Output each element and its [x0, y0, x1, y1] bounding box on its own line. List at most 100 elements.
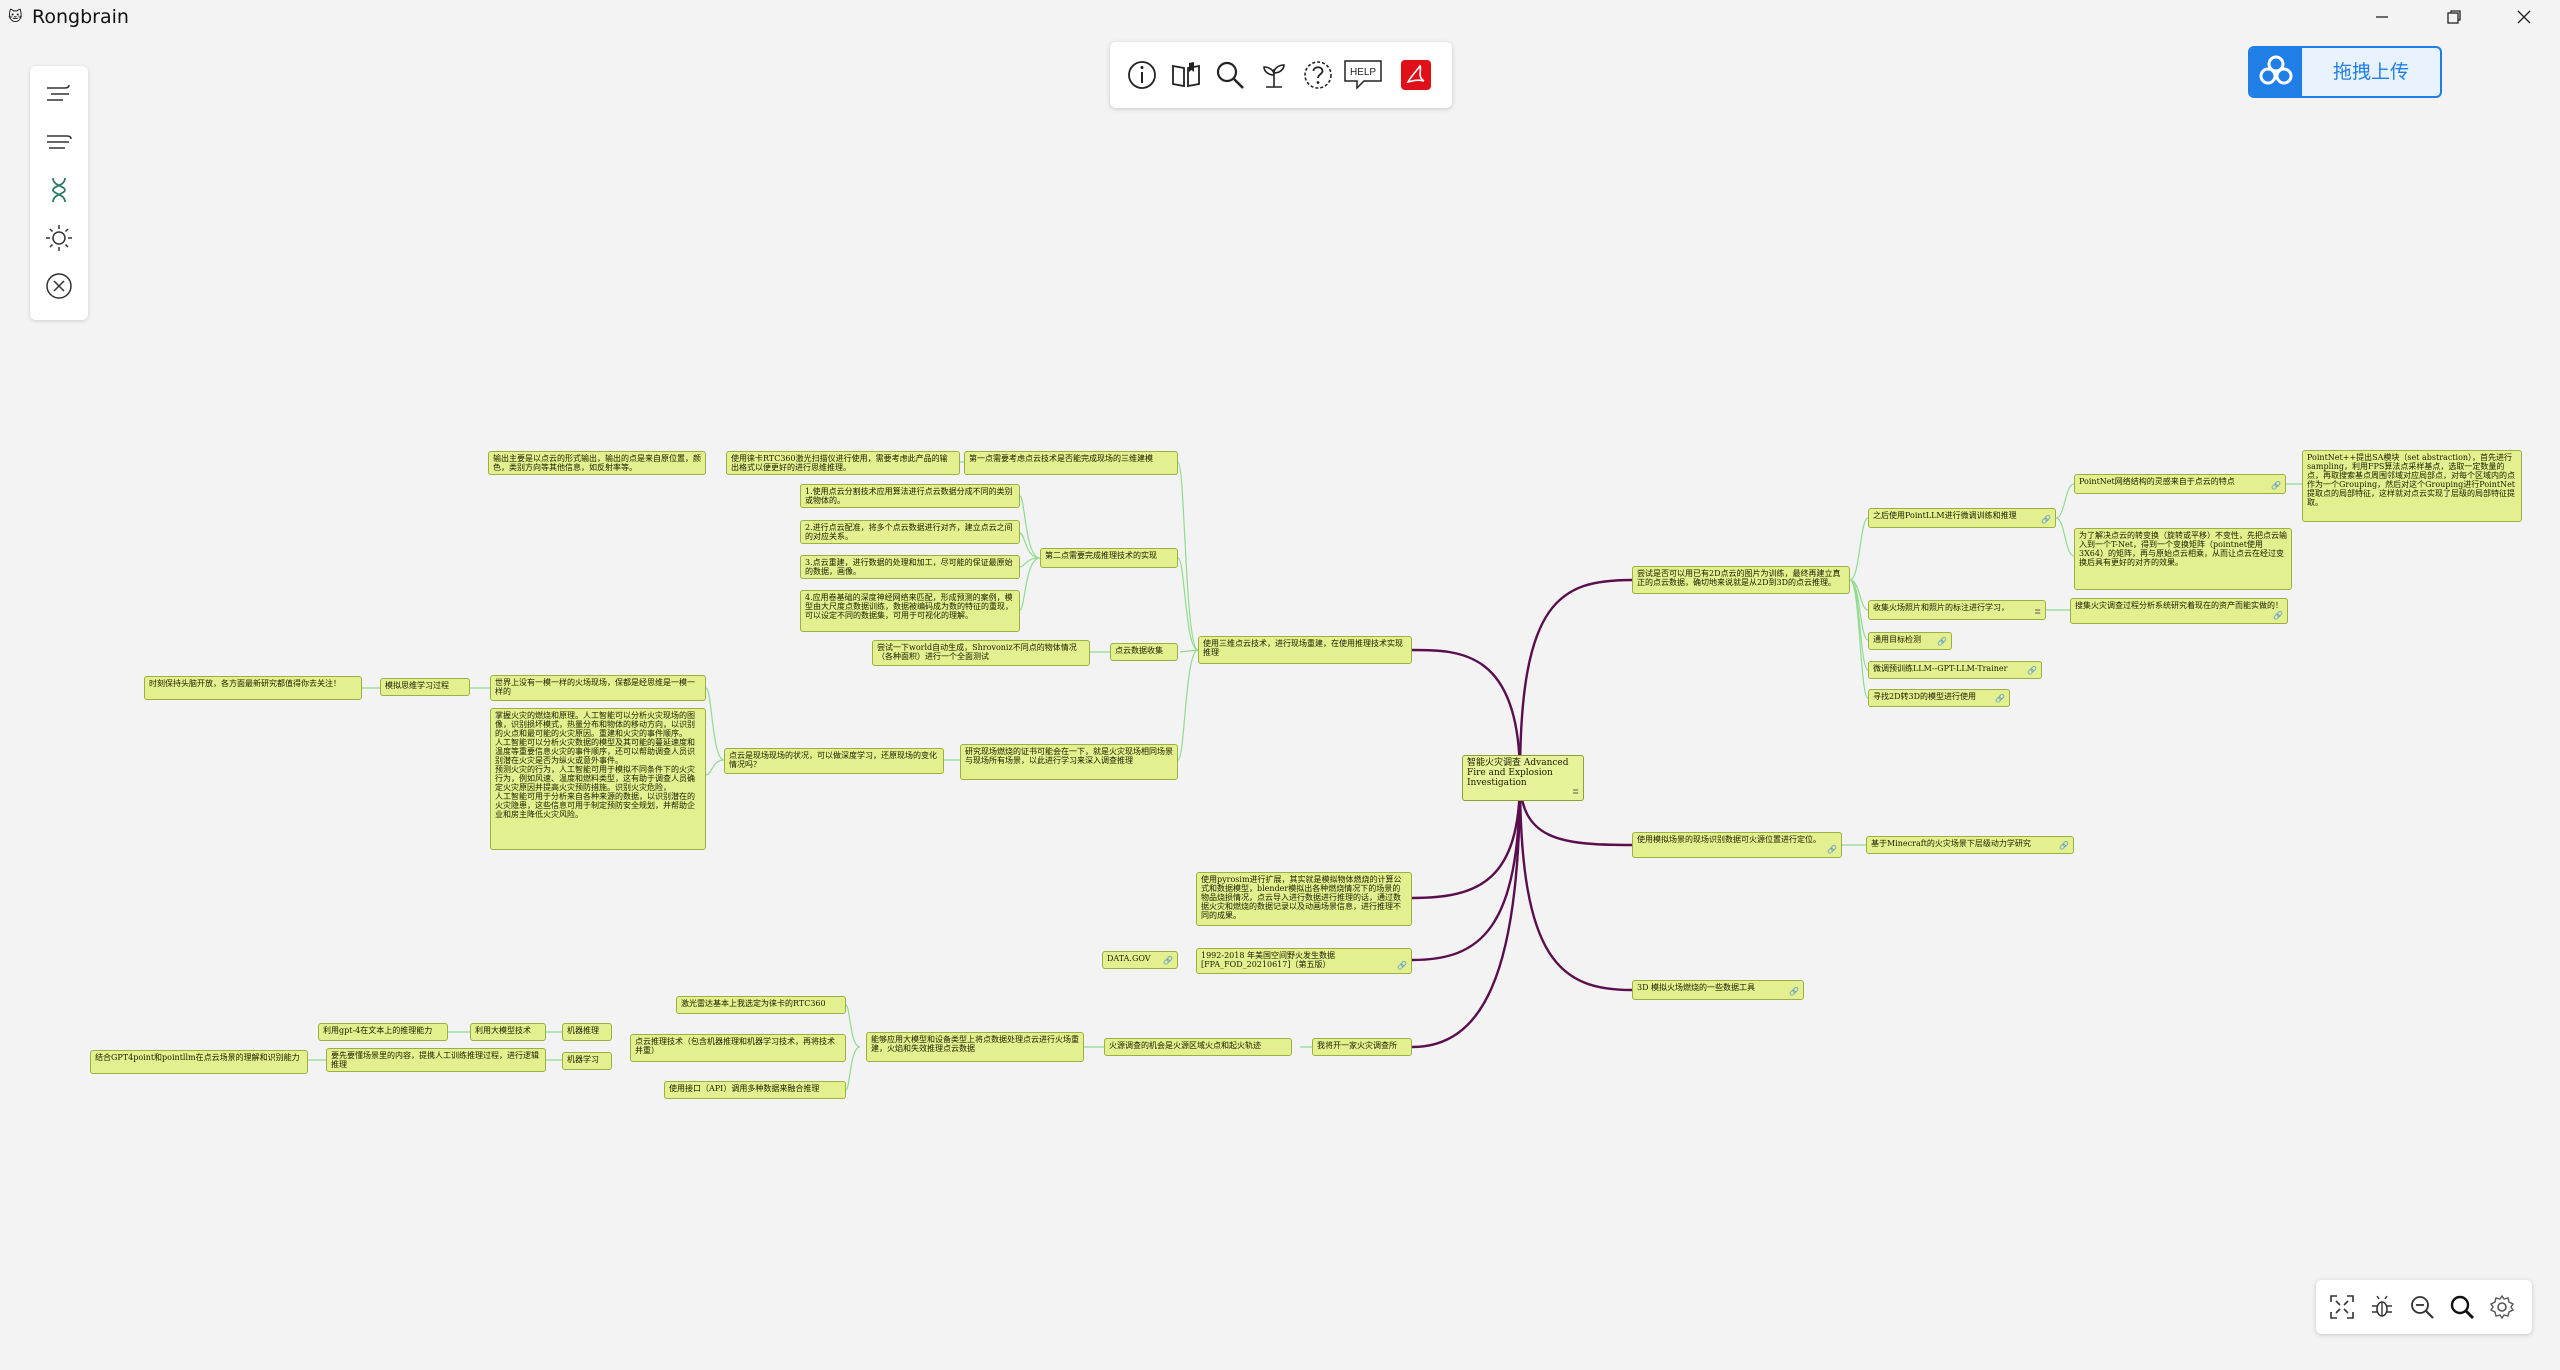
node-ai-4[interactable]: 4.应用卷基础的深度神经网络来匹配，形成预测的案例，模型由大尺度点数据训练，数据…: [800, 590, 1020, 632]
attachment-icon: 🔗: [2273, 611, 2283, 620]
node-label: 点云是现场现场的状况，可以做深度学习，还原现场的变化情况吗？: [729, 751, 937, 769]
node-fpa[interactable]: 1992-2018 年美国空间野火发生数据[FPA_FOD_20210617]（…: [1196, 948, 1412, 974]
node-label: 微调预训练LLM--GPT-LLM-Trainer: [1873, 664, 2008, 673]
node-pointnet[interactable]: PointNet网络结构的灵感来自于点云的特点 🔗: [2074, 474, 2286, 494]
node-label: 利用大模型技术: [475, 1026, 531, 1035]
note-icon: ≣: [1572, 787, 1579, 796]
node-api[interactable]: 使用接口（API）调用多种数据来融合推理: [664, 1081, 846, 1099]
attachment-icon: 🔗: [1827, 845, 1837, 854]
node-label: 搜集火灾调查过程分析系统研究着现在的资产而能实做的！: [2075, 601, 2283, 610]
attachment-icon: 🔗: [1397, 961, 1407, 970]
node-label: 尝试一下world自动生成，Shrovoniz不同点的物体情况（各种面积）进行一…: [877, 643, 1077, 661]
node-label: 使用接口（API）调用多种数据来融合推理: [669, 1084, 820, 1093]
node-3d-tools[interactable]: 3D 模拟火场燃烧的一些数据工具 🔗: [1632, 980, 1804, 1000]
node-label: 能够应用大模型和设备类型上将点数据处理点云进行火场重建，火焰和失效推理点云数据: [871, 1035, 1079, 1053]
node-fire-pics[interactable]: 收集火场照片和照片的标注进行学习， ≣: [1868, 600, 2046, 620]
node-label: 3.点云重建，进行数据的处理和加工，尽可能的保证最原始的数据，画像。: [805, 558, 1013, 576]
node-new-method[interactable]: 我将开一家火灾调查所: [1312, 1038, 1412, 1056]
node-train-reason[interactable]: 要先要懂场景里的内容，提携人工训练推理过程，进行逻辑推理: [326, 1048, 546, 1072]
node-3d-tech[interactable]: 使用三维点云技术，进行现场重建，在使用推理技术实现推理: [1198, 636, 1412, 664]
link-root-3dtools: [1518, 777, 1633, 992]
node-big-model[interactable]: 能够应用大模型和设备类型上将点数据处理点云进行火场重建，火焰和失效推理点云数据: [866, 1032, 1084, 1062]
node-llm-tech[interactable]: 利用大模型技术: [470, 1023, 546, 1041]
node-label: 使用模拟场景的现场识别数据可火源位置进行定位。: [1637, 835, 1821, 844]
link-b: [1177, 557, 1199, 651]
link-root-attempt: [1518, 578, 1633, 779]
node-label: 使用pyrosim进行扩展，其实就是模拟物体燃烧的计算公式和数据模型，blend…: [1201, 875, 1402, 920]
node-2d3d-model[interactable]: 寻找2D转3D的模型进行使用 🔗: [1868, 689, 2010, 707]
node-label: PointNet++提出SA模块（set abstraction），首先进行sa…: [2307, 453, 2516, 507]
node-seg-output[interactable]: 输出主要是以点云的形式输出，输出的点是来自原位置，颜色，类别方向等其他信息，如反…: [488, 451, 706, 475]
node-ml[interactable]: 机器学习: [562, 1052, 612, 1070]
node-trial[interactable]: 尝试一下world自动生成，Shrovoniz不同点的物体情况（各种面积）进行一…: [872, 640, 1090, 666]
attachment-icon: 🔗: [1937, 637, 1947, 646]
node-reasoning[interactable]: 点云推理技术（包含机器推理和机器学习技术，再将技术并重）: [630, 1034, 846, 1062]
node-research[interactable]: 研究现场燃烧的证书可能会在一下，就是火灾现场相同场景与现场所有场景，以此进行学习…: [960, 744, 1178, 780]
node-target-detect[interactable]: 通用目标检测 🔗: [1868, 632, 1952, 650]
node-label: 时刻保持头脑开放，各方面最新研究都值得你去关注！: [149, 679, 341, 688]
node-label: 模拟思维学习过程: [385, 681, 449, 690]
node-simulate[interactable]: 使用模拟场景的现场识别数据可火源位置进行定位。 🔗: [1632, 832, 1842, 858]
node-gpt4-pointllm[interactable]: 结合GPT4point和pointllm在点云场景的理解和识别能力: [90, 1050, 308, 1074]
link-d: [1177, 649, 1199, 761]
node-label: 通用目标检测: [1873, 635, 1921, 644]
node-deep-explain[interactable]: 掌握火灾的燃烧和原理。人工智能可以分析火灾现场的图像，识别损坏模式，热量分布和物…: [490, 708, 706, 850]
node-fire-path[interactable]: 火源调查的机会是火源区域火点和起火轨迹: [1104, 1038, 1292, 1056]
node-ai-2[interactable]: 2.进行点云配准，将多个点云数据进行对齐，建立点云之间的对应关系。: [800, 520, 1020, 544]
attachment-icon: 🔗: [1995, 694, 2005, 703]
attachment-icon: 🔗: [1789, 987, 1799, 996]
root-links: [1411, 578, 1633, 1049]
node-pointcloud-deep[interactable]: 点云是现场现场的状况，可以做深度学习，还原现场的变化情况吗？: [724, 748, 944, 774]
node-data-gov[interactable]: DATA.GOV 🔗: [1102, 951, 1178, 969]
mind-map-root-node[interactable]: 智能火灾调查 Advanced Fire and Explosion Inves…: [1462, 755, 1584, 801]
node-ml-infer[interactable]: 机器推理: [562, 1023, 612, 1041]
node-label: 收集火场照片和照片的标注进行学习，: [1873, 603, 2009, 612]
node-label: 寻找2D转3D的模型进行使用: [1873, 692, 1977, 701]
attachment-icon: 🔗: [1163, 956, 1173, 965]
node-pointnet-explain[interactable]: PointNet++提出SA模块（set abstraction），首先进行sa…: [2302, 450, 2522, 522]
node-gpt4-infer[interactable]: 利用gpt-4在文本上的推理能力: [318, 1023, 448, 1041]
node-attempt[interactable]: 尝试是否可以用已有2D点云的图片为训练，最终再建立真正的点云数据，确切地来说就是…: [1632, 566, 1850, 594]
attachment-icon: 🔗: [2059, 841, 2069, 850]
node-label: 火源调查的机会是火源区域火点和起火轨迹: [1109, 1041, 1261, 1050]
attachment-icon: 🔗: [2027, 666, 2037, 675]
node-label: 基于Minecraft的火灾场景下层级动力学研究: [1871, 839, 2031, 848]
node-label: PointNet网络结构的灵感来自于点云的特点: [2079, 477, 2235, 486]
link-i: [1849, 517, 1869, 699]
node-ai-1[interactable]: 1.使用点云分割技术应用算法进行点云数据分成不同的类别或物体的。: [800, 484, 1020, 508]
node-label: 第二点需要完成推理技术的实现: [1045, 551, 1157, 560]
node-label: 为了解决点云的转变换（旋转或平移）不变性，先把点云输入到一个T-Net，得到一个…: [2079, 531, 2287, 567]
node-label: 要先要懂场景里的内容，提携人工训练推理过程，进行逻辑推理: [331, 1051, 539, 1069]
node-step2[interactable]: 第二点需要完成推理技术的实现: [1040, 548, 1178, 568]
node-label: 之后使用PointLLM进行微调训练和推理: [1873, 511, 2017, 520]
note-icon: ≣: [2034, 607, 2041, 616]
node-label: 掌握火灾的燃烧和原理。人工智能可以分析火灾现场的图像，识别损坏模式，热量分布和物…: [495, 711, 695, 819]
node-sim-learn[interactable]: 模拟思维学习过程: [380, 678, 470, 696]
node-open-mind[interactable]: 时刻保持头脑开放，各方面最新研究都值得你去关注！: [144, 676, 362, 700]
node-pics-note[interactable]: 搜集火灾调查过程分析系统研究着现在的资产而能实做的！ 🔗: [2070, 598, 2288, 624]
node-pointllm[interactable]: 之后使用PointLLM进行微调训练和推理 🔗: [1868, 508, 2056, 528]
node-label: 点云数据收集: [1115, 646, 1163, 655]
node-label: 点云推理技术（包含机器推理和机器学习技术，再将技术并重）: [635, 1037, 835, 1055]
node-minecraft[interactable]: 基于Minecraft的火灾场景下层级动力学研究 🔗: [1866, 836, 2074, 854]
node-world-same[interactable]: 世界上没有一模一样的火场现场，保都是经思维是一模一样的: [490, 675, 706, 701]
node-label: 机器推理: [567, 1026, 599, 1035]
node-tnet[interactable]: 为了解决点云的转变换（旋转或平移）不变性，先把点云输入到一个T-Net，得到一个…: [2074, 528, 2292, 590]
link-f: [1019, 495, 1041, 611]
link-root-fpa: [1411, 777, 1522, 962]
attachment-icon: 🔗: [2271, 481, 2281, 490]
node-label: DATA.GOV: [1107, 954, 1151, 963]
node-label: 激光雷达基本上我选定为徕卡的RTC360: [681, 999, 826, 1008]
node-laser[interactable]: 激光雷达基本上我选定为徕卡的RTC360: [676, 996, 846, 1014]
node-pyrosim[interactable]: 使用pyrosim进行扩展，其实就是模拟物体燃烧的计算公式和数据模型，blend…: [1196, 872, 1412, 926]
node-finetune[interactable]: 微调预训练LLM--GPT-LLM-Trainer 🔗: [1868, 661, 2042, 679]
node-label: 机器学习: [567, 1055, 599, 1064]
node-label: 我将开一家火灾调查所: [1317, 1041, 1397, 1050]
node-step1[interactable]: 第一点需要考虑点云技术是否能完成现场的三维建模: [964, 451, 1178, 475]
node-label: 输出主要是以点云的形式输出，输出的点是来自原位置，颜色，类别方向等其他信息，如反…: [493, 454, 701, 472]
node-ai-3[interactable]: 3.点云重建，进行数据的处理和加工，尽可能的保证最原始的数据，画像。: [800, 555, 1020, 579]
node-collect[interactable]: 点云数据收集: [1110, 643, 1178, 661]
node-rtc360[interactable]: 使用徕卡RTC360激光扫描仪进行使用，需要考虑此产品的输出格式以便更好的进行思…: [726, 451, 960, 475]
mind-map-canvas[interactable]: 智能火灾调查 Advanced Fire and Explosion Inves…: [0, 0, 2560, 1370]
root-node-label: 智能火灾调查 Advanced Fire and Explosion Inves…: [1467, 758, 1569, 788]
